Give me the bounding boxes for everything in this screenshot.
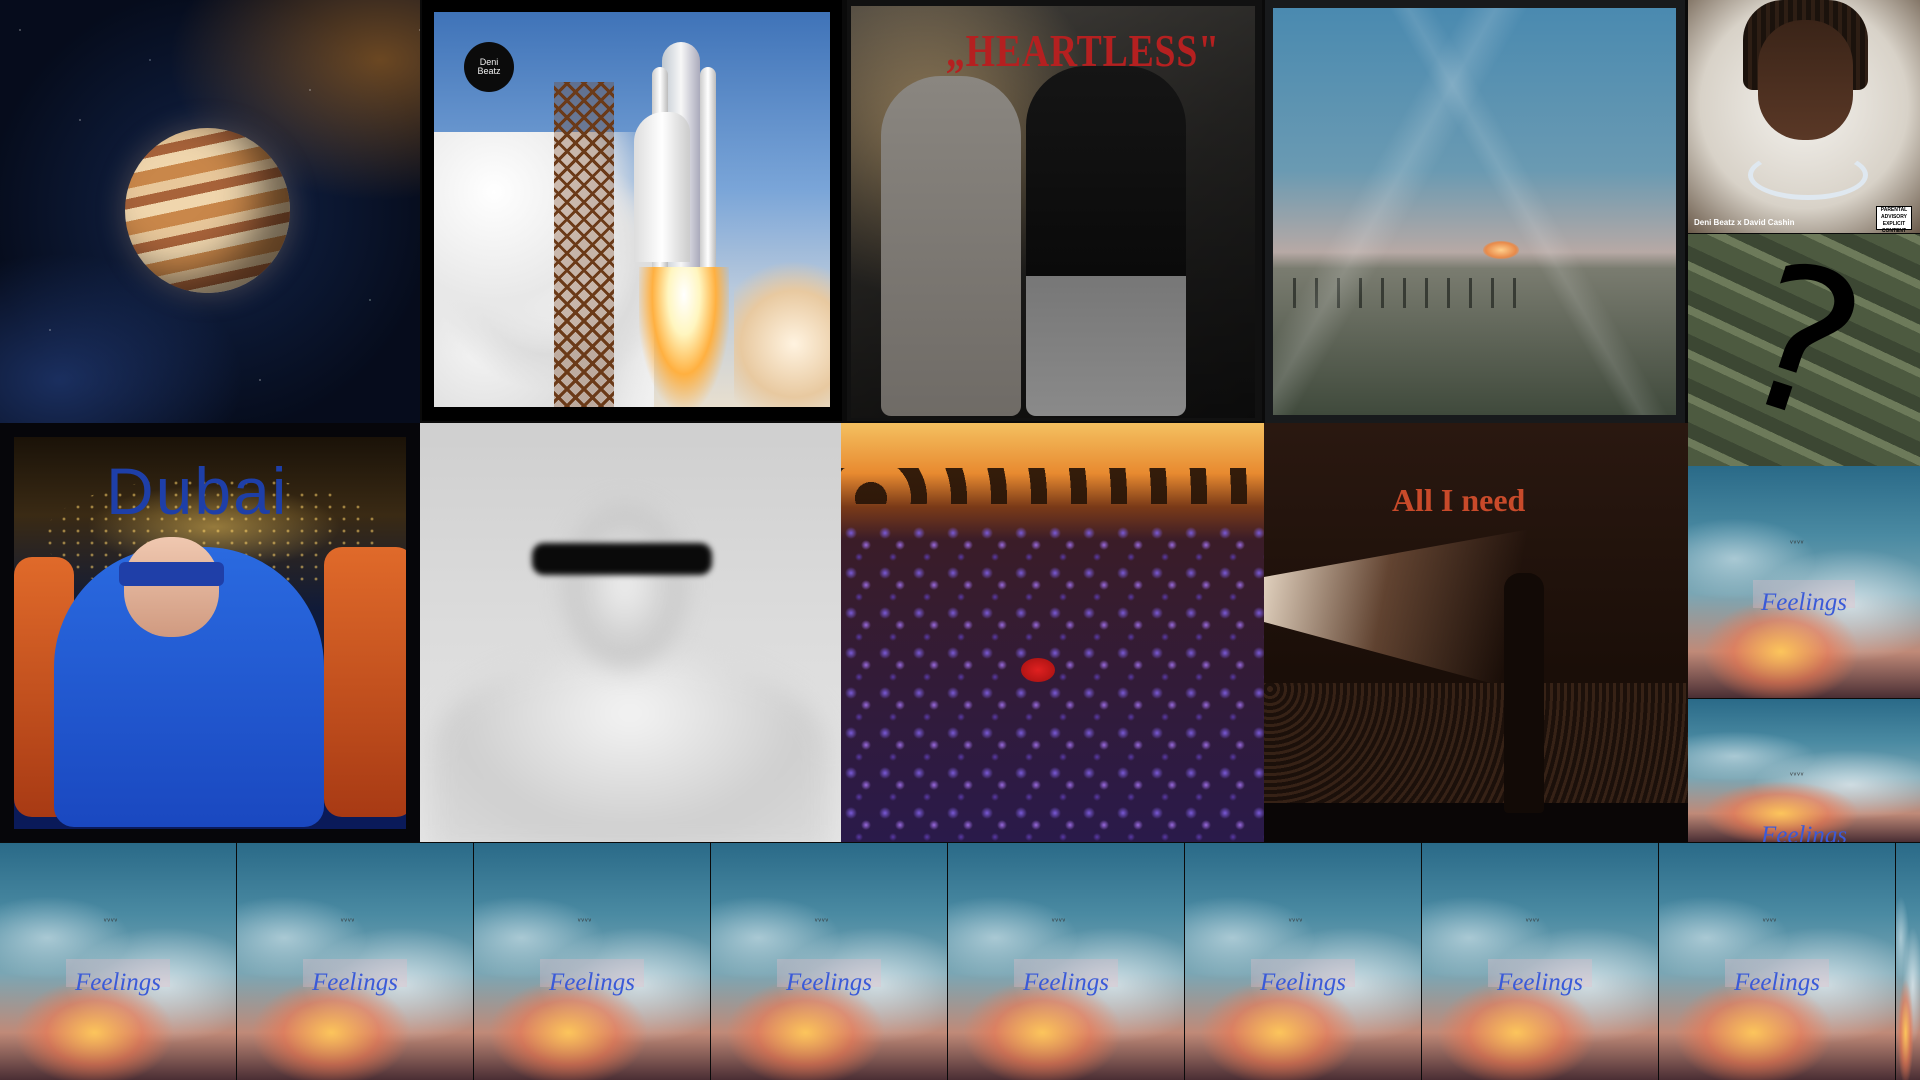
concert-crowd [1264, 683, 1688, 813]
birds-icon: ᵥᵥᵥᵥ [340, 914, 356, 924]
feelings-title: Feelings [785, 968, 873, 996]
field-artwork [1273, 8, 1676, 415]
chain-necklace [1748, 150, 1868, 200]
launch-tower [554, 82, 614, 407]
bandana [119, 562, 224, 586]
heartless-title: „HEARTLESS" [946, 25, 1220, 76]
plastic-overlay [1273, 8, 1676, 415]
birds-icon: ᵥᵥᵥᵥ [577, 914, 593, 924]
album-cover-feelings-partial[interactable] [1896, 843, 1920, 1080]
launch-smoke [434, 132, 654, 407]
sunglasses [532, 543, 712, 575]
album-cover-feelings[interactable]: ᵥᵥᵥᵥ Feelings [711, 843, 947, 1080]
person-left [881, 76, 1021, 416]
deni-beatz-logo: Deni Beatz [464, 42, 514, 92]
person-right [1026, 66, 1186, 416]
album-cover-blurred-figure[interactable] [420, 423, 841, 842]
feelings-title: Feelings [1760, 588, 1848, 616]
feelings-title: Feelings [1733, 968, 1821, 996]
launch-smoke-right [734, 242, 830, 407]
shuttle-artwork: Deni Beatz [434, 12, 830, 407]
dubai-title: Dubai [106, 454, 289, 528]
birds-icon: ᵥᵥᵥᵥ [103, 914, 119, 924]
jupiter-planet [125, 128, 290, 293]
feelings-title: Feelings [311, 968, 399, 996]
album-cover-space-shuttle[interactable]: Deni Beatz [422, 0, 842, 421]
parental-advisory-label: PARENTAL ADVISORY EXPLICIT CONTENT [1876, 206, 1912, 233]
badge-text: Deni Beatz [477, 56, 501, 76]
stage [1264, 803, 1688, 842]
red-poppy [1021, 658, 1055, 682]
booster-right [700, 67, 716, 277]
artist-credit: Deni Beatz x David Cashin [1694, 218, 1795, 227]
artist-head [1758, 20, 1853, 140]
album-cover-jupiter[interactable] [0, 0, 420, 423]
tree-line [841, 468, 1264, 504]
feelings-title: Feelings [74, 968, 162, 996]
feelings-title: Feelings [548, 968, 636, 996]
feelings-title: Feelings [1496, 968, 1584, 996]
birds-icon: ᵥᵥᵥᵥ [814, 914, 830, 924]
person-head [124, 537, 219, 637]
purple-flowers [841, 523, 1264, 842]
feelings-title: Feelings [1760, 821, 1848, 842]
birds-icon: ᵥᵥᵥᵥ [1762, 914, 1778, 924]
birds-icon: ᵥᵥᵥᵥ [1525, 914, 1541, 924]
album-cover-feelings[interactable]: ᵥᵥᵥᵥ Feelings [474, 843, 710, 1080]
album-cover-feelings[interactable]: ᵥᵥᵥᵥ Feelings [948, 843, 1184, 1080]
birds-icon: ᵥᵥᵥᵥ [1790, 767, 1805, 777]
birds-icon: ᵥᵥᵥᵥ [1288, 914, 1304, 924]
album-cover-feelings[interactable]: ᵥᵥᵥᵥ Feelings [0, 843, 236, 1080]
album-cover-feelings[interactable]: ᵥᵥᵥᵥ Feelings [237, 843, 473, 1080]
heartless-artwork: „HEARTLESS" [851, 6, 1255, 418]
birds-icon: ᵥᵥᵥᵥ [1051, 914, 1067, 924]
rocket-flame [639, 267, 729, 407]
album-cover-flower-field[interactable] [841, 423, 1264, 842]
album-cover-feelings[interactable]: ᵥᵥᵥᵥ Feelings [1185, 843, 1421, 1080]
album-cover-feelings[interactable]: ᵥᵥᵥᵥ Feelings [1659, 843, 1895, 1080]
album-cover-feelings[interactable]: ᵥᵥᵥᵥ Feelings [1688, 466, 1920, 698]
album-cover-money-question[interactable]: ? [1688, 234, 1920, 466]
album-cover-heartless[interactable]: „HEARTLESS" [847, 0, 1262, 421]
seat-right [324, 547, 406, 817]
album-cover-feelings[interactable]: ᵥᵥᵥᵥ Feelings [1688, 699, 1920, 842]
all-i-need-title: All I need [1392, 482, 1526, 518]
performer-silhouette [1504, 573, 1544, 813]
feelings-title: Feelings [1022, 968, 1110, 996]
blurred-head [510, 453, 740, 833]
album-cover-deni-beatz-david-cashin[interactable]: Deni Beatz x David Cashin PARENTAL ADVIS… [1688, 0, 1920, 233]
album-cover-feelings[interactable]: ᵥᵥᵥᵥ Feelings [1422, 843, 1658, 1080]
birds-icon: ᵥᵥᵥᵥ [1790, 535, 1805, 545]
question-mark: ? [1714, 234, 1888, 466]
orbiter [634, 112, 690, 262]
album-cover-misty-field[interactable] [1265, 0, 1685, 423]
feelings-title: Feelings [1259, 968, 1347, 996]
